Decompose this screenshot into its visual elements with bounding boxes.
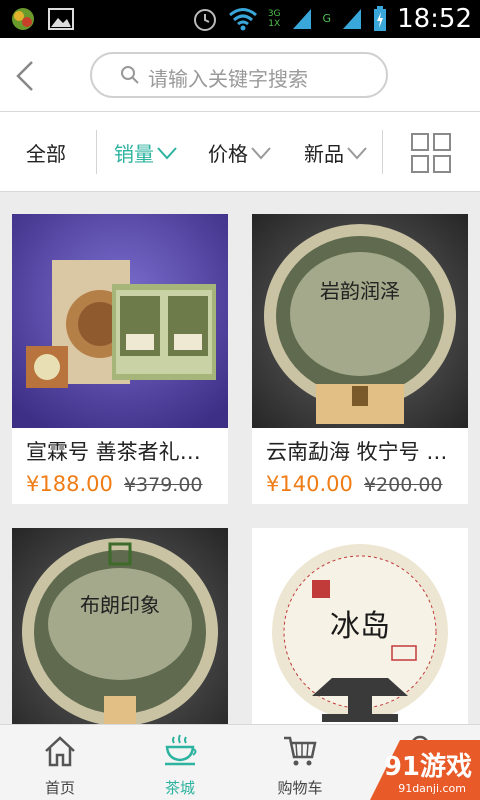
tab-cart[interactable]: 购物车 — [240, 725, 360, 800]
filter-all[interactable]: 全部 — [26, 138, 66, 167]
search-icon — [121, 66, 139, 84]
search-placeholder: 请输入关键字搜索 — [148, 67, 308, 91]
tab-tea-city[interactable]: 茶城 — [120, 725, 240, 800]
product-image — [12, 214, 228, 428]
filter-new-label: 新品 — [304, 142, 344, 166]
cake-label: 岩韵润泽 — [320, 279, 400, 303]
filter-bar: 全部 销量 价格 新品 — [0, 112, 480, 192]
product-original-price: ¥379.00 — [123, 474, 203, 496]
product-price: ¥140.00 — [266, 472, 353, 496]
grid-view-icon[interactable] — [410, 132, 452, 174]
home-icon — [45, 736, 75, 767]
app-notification-icon — [12, 8, 34, 30]
clock: 18:52 — [397, 4, 472, 34]
tab-cart-label: 购物车 — [277, 779, 323, 797]
chevron-down-icon — [251, 146, 271, 159]
network-3g-label: 3G — [267, 9, 281, 19]
product-card[interactable]: 宣霖号 善茶者礼盒装 ¥188.00 ¥379.00 — [12, 214, 228, 504]
signal-icon-1 — [292, 9, 311, 29]
product-prices: ¥140.00 ¥200.00 — [266, 472, 443, 496]
tab-tea-city-label: 茶城 — [164, 779, 195, 797]
network-1x-label: 1X — [268, 19, 281, 29]
filter-price[interactable]: 价格 — [208, 138, 272, 167]
tea-cup-icon — [165, 734, 197, 766]
tab-home-label: 首页 — [44, 779, 75, 797]
product-card[interactable]: 布朗印象 — [12, 528, 228, 742]
filter-all-label: 全部 — [26, 142, 66, 166]
chevron-down-icon — [347, 146, 367, 159]
image-icon — [48, 8, 74, 30]
search-input[interactable]: 请输入关键字搜索 — [90, 52, 388, 98]
filter-divider — [96, 130, 97, 174]
filter-sales[interactable]: 销量 — [114, 138, 178, 167]
product-title: 宣霖号 善茶者礼盒装 — [26, 440, 218, 464]
product-original-price: ¥200.00 — [363, 474, 443, 496]
product-image: 布朗印象 — [12, 528, 228, 742]
chevron-down-icon — [157, 146, 177, 159]
status-bar: 3G 1X G 18:52 — [0, 0, 480, 38]
product-image: 冰岛 — [252, 528, 468, 742]
tab-home[interactable]: 首页 — [0, 725, 120, 800]
cake-label: 布朗印象 — [80, 593, 160, 617]
alarm-icon — [193, 9, 216, 31]
watermark-text: 91游戏 — [383, 752, 472, 782]
cart-icon — [284, 736, 317, 766]
product-image: 岩韵润泽 — [252, 214, 468, 428]
search-header: 请输入关键字搜索 — [0, 38, 480, 112]
filter-sales-label: 销量 — [114, 142, 154, 166]
product-prices: ¥188.00 ¥379.00 — [26, 472, 203, 496]
product-price: ¥188.00 — [26, 472, 113, 496]
filter-divider — [382, 130, 383, 174]
signal-icon-2 — [343, 9, 362, 29]
network-type-label: 3G 1X — [268, 9, 281, 29]
wifi-icon — [228, 8, 257, 31]
network-g-label: G — [322, 12, 332, 25]
product-title: 云南勐海 牧宁号 岩韵润泽 — [266, 440, 458, 464]
filter-price-label: 价格 — [208, 142, 248, 166]
filter-new[interactable]: 新品 — [304, 138, 368, 167]
back-arrow-icon[interactable] — [10, 56, 40, 96]
cake-label: 冰岛 — [330, 609, 390, 644]
product-card[interactable]: 岩韵润泽 云南勐海 牧宁号 岩韵润泽 ¥140.00 ¥200.00 — [252, 214, 468, 504]
watermark-subtext: 91danji.com — [398, 782, 466, 795]
battery-charging-icon — [374, 6, 387, 31]
product-card[interactable]: 冰岛 — [252, 528, 468, 742]
